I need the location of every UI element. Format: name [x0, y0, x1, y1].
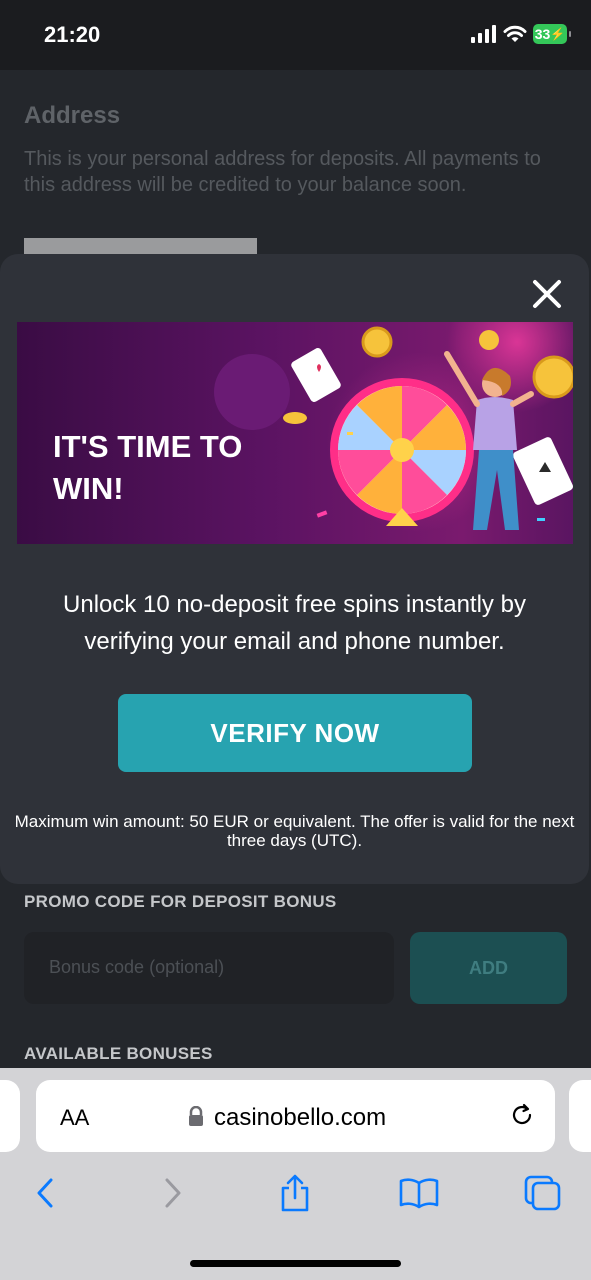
promo-code-title: PROMO CODE FOR DEPOSIT BONUS	[24, 892, 337, 911]
address-title: Address	[24, 102, 121, 129]
free-spins-message: Unlock 10 no-deposit free spins instantl…	[63, 591, 526, 655]
battery-level: 33	[534, 26, 551, 42]
share-button[interactable]	[270, 1168, 320, 1218]
chevron-left-icon	[37, 1178, 53, 1208]
free-spins-modal: IT'S TIME TO WIN! Unlock 10 no-deposit f…	[0, 254, 589, 884]
status-icons: 33 ⚡	[471, 24, 571, 44]
tabs-icon	[524, 1175, 561, 1211]
close-icon[interactable]	[529, 276, 565, 312]
address-bar[interactable]: AA casinobello.com	[36, 1080, 555, 1152]
url-text: casinobello.com	[214, 1104, 387, 1131]
wifi-icon	[503, 25, 527, 42]
bonus-code-placeholder: Bonus code (optional)	[49, 957, 225, 977]
clock: 21:20	[44, 22, 101, 47]
charging-icon: ⚡	[550, 27, 566, 41]
back-button[interactable]	[20, 1168, 70, 1218]
browser-nav	[0, 1168, 591, 1218]
signal-icon	[471, 25, 496, 43]
add-bonus-button[interactable]: ADD	[410, 932, 567, 1004]
forward-button[interactable]	[148, 1168, 198, 1218]
offer-terms: Maximum win amount: 50 EUR or equivalent…	[14, 812, 575, 850]
chevron-right-icon	[165, 1178, 181, 1208]
tabs-button[interactable]	[518, 1168, 568, 1218]
promo-banner: IT'S TIME TO WIN!	[17, 322, 573, 544]
lock-icon	[189, 1106, 203, 1126]
reload-icon[interactable]	[509, 1102, 535, 1128]
status-bar: 21:20 33 ⚡	[0, 0, 591, 70]
banner-headline: IT'S TIME TO WIN!	[53, 429, 243, 506]
address-placeholder-bar	[24, 238, 257, 254]
home-indicator[interactable]	[190, 1260, 401, 1267]
text-size-button[interactable]: AA	[60, 1105, 89, 1131]
bookmarks-button[interactable]	[394, 1168, 444, 1218]
verify-now-button[interactable]: VERIFY NOW	[118, 694, 472, 772]
bonus-code-input[interactable]: Bonus code (optional)	[24, 932, 394, 1004]
share-icon	[281, 1174, 309, 1212]
browser-toolbar: AA casinobello.com	[0, 1068, 591, 1280]
battery-indicator: 33 ⚡	[533, 24, 571, 44]
next-tab-preview[interactable]	[569, 1080, 591, 1152]
previous-tab-preview[interactable]	[0, 1080, 20, 1152]
available-bonuses-title: AVAILABLE BONUSES	[24, 1044, 213, 1063]
address-description: This is your personal address for deposi…	[24, 148, 541, 196]
book-icon	[399, 1178, 439, 1209]
